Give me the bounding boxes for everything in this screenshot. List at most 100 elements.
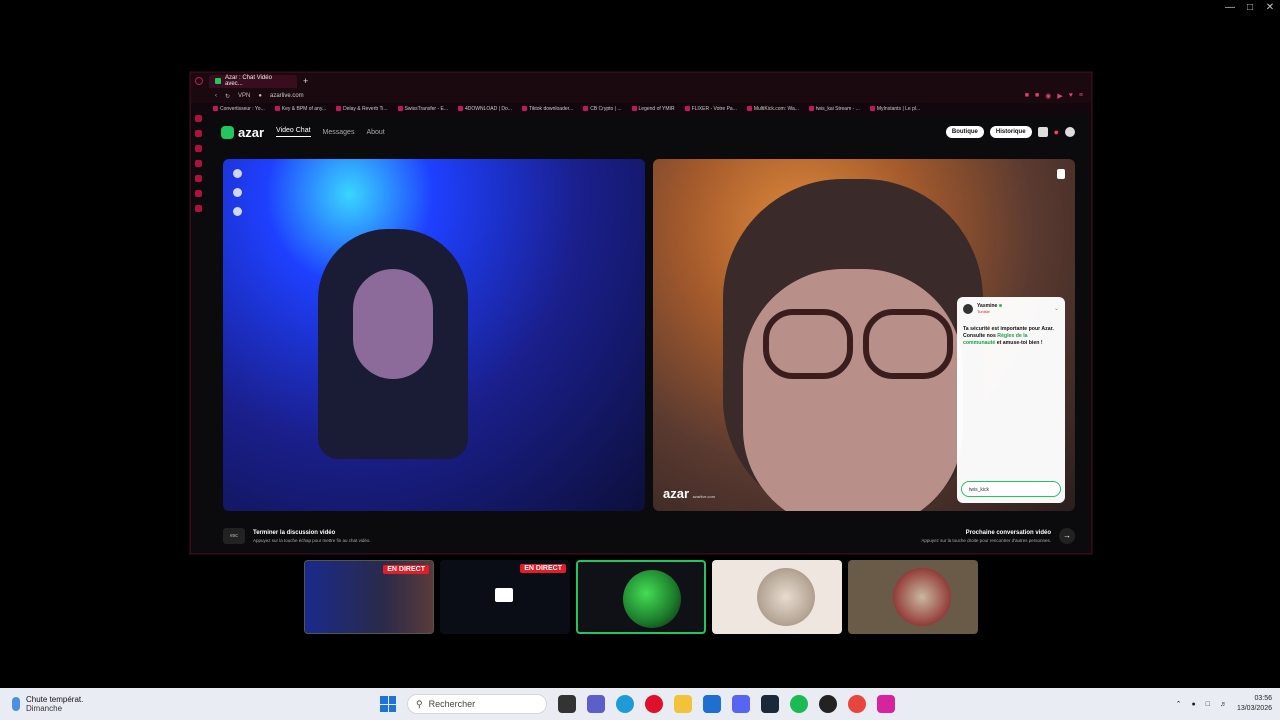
nav-about[interactable]: About <box>366 129 384 136</box>
chevron-up-icon[interactable]: ⌃ <box>1176 700 1182 708</box>
browser-logo-icon[interactable] <box>195 77 203 85</box>
call-footer: esc Terminer la discussion vidéo Appuyez… <box>223 521 1075 551</box>
system-tray: ⌃ ● □ ♬ 03:56 13/03/2026 <box>1176 694 1272 714</box>
sidebar-app-icon[interactable] <box>195 160 202 167</box>
sidebar-app-icon[interactable] <box>195 115 202 122</box>
video-controls <box>233 169 242 216</box>
bookmark-item[interactable]: CB Crypto | ... <box>583 106 621 112</box>
address-bar: ‹ ↻ VPN ● azarlive.com ■ ■ ◉ ▶ ♥ ≡ <box>191 89 1091 103</box>
instagram-icon[interactable] <box>877 695 895 713</box>
window-controls: — □ ✕ <box>1220 0 1280 16</box>
microphone-icon[interactable]: ● <box>1191 701 1195 708</box>
steam-icon[interactable] <box>761 695 779 713</box>
spotify-icon[interactable] <box>790 695 808 713</box>
bookmark-item[interactable]: twis_kai Stream - ... <box>809 106 860 112</box>
sidebar-app-icon[interactable] <box>195 130 202 137</box>
bookmark-item[interactable]: Convertisseur : Yo... <box>213 106 265 112</box>
minimize-icon[interactable]: — <box>1220 0 1240 16</box>
bookmark-item[interactable]: MultiKick.com: Wa... <box>747 106 799 112</box>
gift-icon[interactable] <box>1037 127 1048 137</box>
bookmark-item[interactable]: Key & BPM of any... <box>275 106 326 112</box>
teams-icon[interactable] <box>587 695 605 713</box>
glasses-right <box>863 309 953 379</box>
report-icon[interactable] <box>1057 169 1065 179</box>
azar-logo-icon <box>221 125 234 139</box>
back-icon[interactable]: ‹ <box>215 93 217 99</box>
boutique-button[interactable]: Boutique <box>945 126 984 138</box>
search-icon: ⚲ <box>416 698 423 709</box>
tab-title: Azar : Chat Vidéo avec... <box>224 75 272 87</box>
discord-icon[interactable] <box>732 695 750 713</box>
start-icon[interactable] <box>380 696 396 712</box>
opera-icon[interactable] <box>645 695 663 713</box>
remote-video: azar azarlive.com Yasmine Tunisie ⌄ Ta s… <box>653 159 1075 511</box>
remote-face <box>743 269 963 511</box>
edge-icon[interactable] <box>616 695 634 713</box>
bookmark-item[interactable]: MyInstants | Le pl... <box>870 106 920 112</box>
weather-sub: Dimanche <box>26 704 63 713</box>
azar-watermark: azar azarlive.com <box>663 486 715 501</box>
filter-icon[interactable] <box>233 207 242 216</box>
monitor-icon <box>495 588 513 602</box>
volume-icon[interactable]: ♬ <box>1220 701 1227 708</box>
video-area: azar azarlive.com Yasmine Tunisie ⌄ Ta s… <box>223 159 1075 511</box>
weather-widget[interactable]: Chute températ. Dimanche <box>0 695 200 713</box>
play-icon[interactable]: ▶ <box>1057 92 1062 100</box>
arrow-right-icon[interactable]: → <box>1059 528 1075 544</box>
sidebar-app-icon[interactable] <box>195 175 202 182</box>
avatar <box>757 568 815 626</box>
chat-header: Yasmine Tunisie ⌄ <box>957 297 1065 320</box>
chevron-down-icon[interactable]: ⌄ <box>1054 305 1059 312</box>
effects-icon[interactable] <box>233 188 242 197</box>
window-thumbnail[interactable] <box>848 560 978 634</box>
heart-icon[interactable]: ♥ <box>1069 92 1073 100</box>
next-call-sub: Appuyez sur la touche droite pour rencon… <box>921 537 1051 543</box>
window-thumbnail-selected[interactable] <box>576 560 706 634</box>
local-face <box>353 269 433 379</box>
vpn-badge[interactable]: VPN <box>238 93 250 99</box>
bookmark-item[interactable]: Tiktok downloader... <box>522 106 573 112</box>
bookmark-item[interactable]: SwissTransfer - E... <box>398 106 448 112</box>
weather-title: Chute températ. <box>26 695 84 704</box>
tab-azar[interactable]: Azar : Chat Vidéo avec... <box>209 74 297 88</box>
window-thumbnail[interactable]: EN DIRECT <box>304 560 434 634</box>
bookmark-item[interactable]: 4DOWNLOAD | Do... <box>458 106 512 112</box>
nav-messages[interactable]: Messages <box>323 129 355 136</box>
sidebar-app-icon[interactable] <box>195 145 202 152</box>
maximize-icon[interactable]: □ <box>1240 0 1260 16</box>
bookmark-item[interactable]: Delay & Reverb Ti... <box>336 106 387 112</box>
bookmark-item[interactable]: Legend of YMIR <box>632 106 675 112</box>
bookmark-item[interactable]: FLIXER - Votre Pa... <box>685 106 737 112</box>
window-thumbnail[interactable] <box>712 560 842 634</box>
sidebar-app-icon[interactable] <box>195 205 202 212</box>
end-call-title[interactable]: Terminer la discussion vidéo <box>253 530 371 536</box>
close-icon[interactable]: ✕ <box>1260 0 1280 16</box>
historique-button[interactable]: Historique <box>989 126 1032 138</box>
chrome-icon[interactable] <box>848 695 866 713</box>
chat-input[interactable]: twis_kick <box>961 481 1061 497</box>
sidebar-app-icon[interactable] <box>195 190 202 197</box>
profile-icon[interactable] <box>1065 127 1075 137</box>
reload-icon[interactable]: ↻ <box>225 93 230 100</box>
extension-icon[interactable]: ■ <box>1025 92 1029 100</box>
new-tab-button[interactable]: + <box>303 76 308 86</box>
extension-icon[interactable]: ■ <box>1035 92 1039 100</box>
nav-video-chat[interactable]: Video Chat <box>276 127 311 137</box>
url-field[interactable]: azarlive.com <box>270 93 304 99</box>
clock[interactable]: 03:56 13/03/2026 <box>1237 694 1272 714</box>
menu-icon[interactable]: ≡ <box>1079 92 1083 100</box>
bell-icon[interactable]: ● <box>1054 127 1059 137</box>
camera-switch-icon[interactable] <box>233 169 242 178</box>
search-placeholder: Rechercher <box>428 699 476 709</box>
github-icon[interactable] <box>819 695 837 713</box>
task-view-icon[interactable] <box>558 695 576 713</box>
store-icon[interactable] <box>703 695 721 713</box>
esc-key-button[interactable]: esc <box>223 528 245 544</box>
azar-logo[interactable]: azar <box>221 125 264 140</box>
network-icon[interactable]: □ <box>1206 701 1210 708</box>
window-thumbnail[interactable]: EN DIRECT <box>440 560 570 634</box>
camera-icon[interactable]: ◉ <box>1045 92 1051 100</box>
folder-icon[interactable] <box>674 695 692 713</box>
next-call-title[interactable]: Prochaine conversation vidéo <box>921 530 1051 536</box>
taskbar-search[interactable]: ⚲ Rechercher <box>407 694 547 714</box>
